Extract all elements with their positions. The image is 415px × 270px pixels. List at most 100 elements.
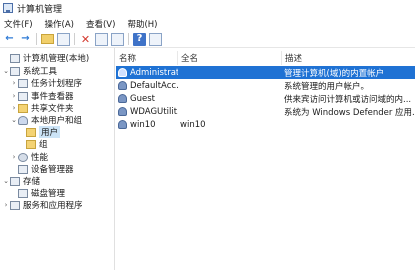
user-name: Guest (130, 93, 155, 104)
toolbar-separator (36, 33, 37, 45)
cell-description (284, 118, 414, 131)
back-icon[interactable]: ← (3, 33, 16, 46)
tree-item-computer-management[interactable]: 计算机管理(本地) (2, 52, 89, 64)
menu-bar: 文件(F) 操作(A) 查看(V) 帮助(H) (0, 17, 415, 31)
tree-item-system-tools[interactable]: ⌄ 系统工具 (2, 65, 57, 77)
list-item[interactable]: Guest 供来宾访问计算机或访问域的内... (116, 92, 415, 105)
cell-fullname (180, 66, 280, 79)
tree-item-services-applications[interactable]: › 服务和应用程序 (2, 199, 83, 211)
services-icon (10, 200, 20, 210)
tree-item-shared-folders[interactable]: › 共享文件夹 (10, 102, 74, 114)
user-icon (118, 94, 127, 103)
cell-description: 系统管理的用户帐户。 (284, 81, 370, 92)
tree-item-label: 事件查看器 (31, 92, 74, 102)
user-name: DefaultAcc... (130, 80, 178, 91)
tree-item-groups[interactable]: 组 (26, 138, 48, 150)
tree-item-performance[interactable]: › 性能 (10, 151, 48, 163)
tree-item-label: 磁盘管理 (31, 189, 66, 199)
tree-item-label: 组 (39, 140, 48, 150)
export-list-icon[interactable] (111, 32, 124, 46)
user-name: win10 (130, 119, 156, 130)
tree-item-label: 系统工具 (23, 67, 58, 77)
collapsed-icon[interactable]: › (10, 104, 18, 112)
cell-description: 管理计算机(域)的内置帐户 (284, 68, 385, 79)
list-item[interactable]: Administrat... 管理计算机(域)的内置帐户 (116, 66, 415, 79)
help-icon[interactable]: ? (133, 32, 146, 46)
collapsed-icon[interactable]: › (10, 153, 18, 161)
cell-fullname (180, 105, 280, 118)
users-icon (18, 115, 28, 125)
toolbar: ← → ✕ ? (0, 31, 415, 48)
tree-item-device-manager[interactable]: 设备管理器 (18, 163, 74, 175)
list-item[interactable]: win10 win10 (116, 118, 415, 131)
tree-item-label: 本地用户和组 (31, 116, 83, 126)
task-scheduler-icon (18, 78, 28, 88)
event-viewer-icon (18, 91, 28, 101)
console-tree: 计算机管理(本地) ⌄ 系统工具 › 任务计划程序 › 事件查看器 › 共享文件… (0, 48, 115, 270)
up-folder-icon[interactable] (41, 34, 54, 44)
user-icon (118, 81, 127, 90)
user-icon (118, 68, 127, 77)
user-list: 名称 全名 描述 Administrat... 管理计算机(域)的内置帐户 De… (116, 48, 415, 270)
collapsed-icon[interactable]: › (2, 201, 10, 209)
forward-icon[interactable]: → (19, 33, 32, 46)
cell-name: DefaultAcc... (118, 79, 178, 92)
tree-item-label: 用户 (39, 126, 61, 138)
tree-item-local-users-groups[interactable]: ⌄ 本地用户和组 (10, 114, 82, 126)
tree-item-disk-management[interactable]: 磁盘管理 (18, 187, 65, 199)
tree-item-event-viewer[interactable]: › 事件查看器 (10, 90, 74, 102)
expanded-icon[interactable]: ⌄ (2, 67, 10, 75)
cell-description: 供来宾访问计算机或访问域的内... (284, 94, 412, 105)
computer-management-icon (3, 3, 13, 13)
expanded-icon[interactable]: ⌄ (2, 177, 10, 185)
menu-help[interactable]: 帮助(H) (127, 18, 157, 30)
folder-icon (26, 127, 36, 137)
column-header-description[interactable]: 描述 (282, 51, 415, 65)
expanded-icon[interactable]: ⌄ (10, 116, 18, 124)
delete-icon[interactable]: ✕ (79, 33, 92, 46)
menu-file[interactable]: 文件(F) (4, 18, 33, 30)
list-item[interactable]: DefaultAcc... 系统管理的用户帐户。 (116, 79, 415, 92)
window-title: 计算机管理 (17, 4, 63, 15)
tree-item-label: 共享文件夹 (31, 104, 74, 114)
shared-folder-icon (18, 103, 28, 113)
console-tree-icon[interactable] (149, 32, 162, 46)
cell-fullname: win10 (180, 119, 206, 130)
tree-item-label: 服务和应用程序 (23, 201, 83, 211)
tree-item-label: 计算机管理(本地) (23, 54, 90, 64)
column-header-name[interactable]: 名称 (116, 51, 178, 65)
folder-icon (26, 139, 36, 149)
toolbar-separator (74, 33, 75, 45)
cell-name: Guest (118, 92, 178, 105)
user-name: WDAGUtilit... (130, 106, 178, 117)
menu-view[interactable]: 查看(V) (86, 18, 115, 30)
performance-icon (18, 152, 28, 162)
tree-item-label: 性能 (31, 153, 49, 163)
cell-name: win10 (118, 118, 178, 131)
menu-action[interactable]: 操作(A) (45, 18, 74, 30)
cell-fullname (180, 92, 280, 105)
tree-item-label: 设备管理器 (31, 165, 74, 175)
device-manager-icon (18, 164, 28, 174)
user-icon (118, 120, 127, 129)
user-name: Administrat... (130, 67, 178, 78)
computer-icon (10, 53, 20, 63)
cell-name: Administrat... (118, 66, 178, 79)
collapsed-icon[interactable]: › (10, 79, 18, 87)
tree-item-task-scheduler[interactable]: › 任务计划程序 (10, 77, 82, 89)
storage-icon (10, 176, 20, 186)
cell-name: WDAGUtilit... (118, 105, 178, 118)
cell-description: 系统为 Windows Defender 应用... (284, 107, 414, 118)
cell-fullname (180, 79, 280, 92)
column-header-fullname[interactable]: 全名 (178, 51, 282, 65)
list-item[interactable]: WDAGUtilit... 系统为 Windows Defender 应用... (116, 105, 415, 118)
disk-management-icon (18, 188, 28, 198)
show-hide-tree-icon[interactable] (57, 32, 70, 46)
toolbar-separator (128, 33, 129, 45)
tree-item-storage[interactable]: ⌄ 存储 (2, 175, 40, 187)
user-icon (118, 107, 127, 116)
properties-icon[interactable] (95, 32, 108, 46)
tree-item-label: 存储 (23, 177, 41, 187)
tree-item-users[interactable]: 用户 (26, 126, 61, 138)
collapsed-icon[interactable]: › (10, 92, 18, 100)
